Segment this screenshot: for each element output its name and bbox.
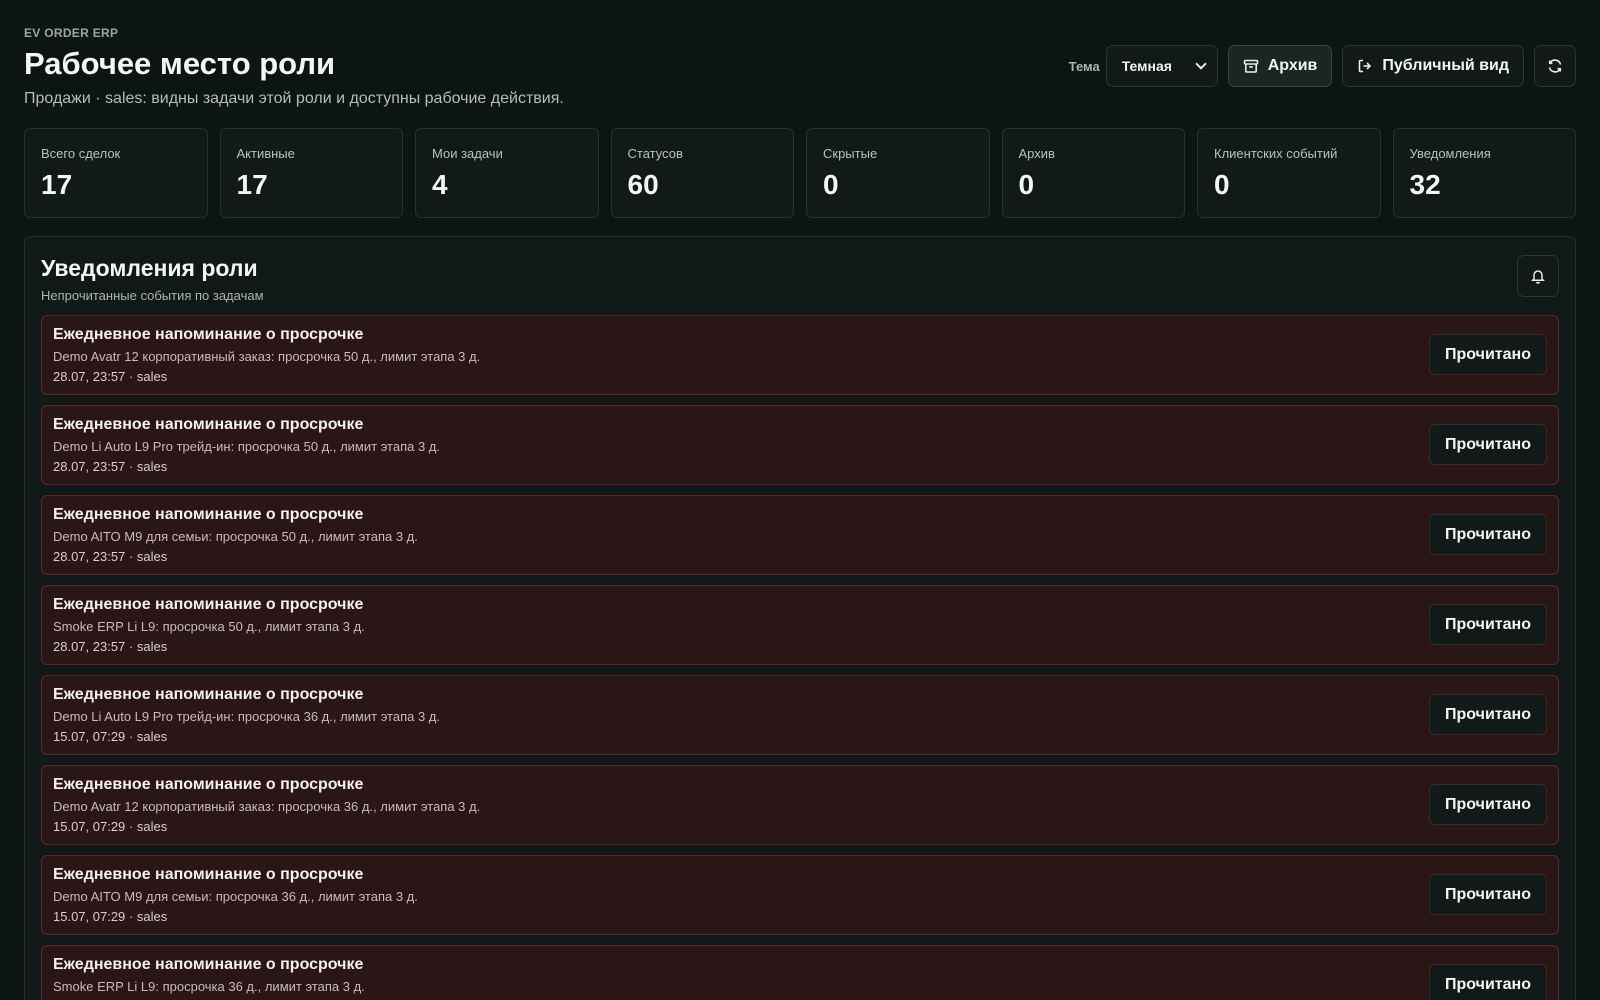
notification-meta: 15.07, 07:29 · sales bbox=[53, 729, 168, 744]
notification-meta: 28.07, 23:57 · sales bbox=[53, 369, 168, 384]
notification-text: Demo Li Auto L9 Pro трейд-ин: просрочка … bbox=[53, 439, 440, 454]
stat-value: 0 bbox=[823, 169, 839, 200]
stat-value: 0 bbox=[1214, 169, 1230, 200]
notification-text: Demo Avatr 12 корпоративный заказ: проср… bbox=[53, 799, 481, 814]
theme-label: Тема bbox=[1068, 58, 1100, 74]
notification-item: Ежедневное напоминание о просрочке Demo … bbox=[41, 405, 1559, 485]
notification-title: Ежедневное напоминание о просрочке bbox=[53, 596, 364, 613]
stat-label: Всего сделок bbox=[41, 146, 121, 161]
stat-value: 4 bbox=[432, 169, 448, 200]
notification-meta: 15.07, 07:29 · sales bbox=[53, 909, 168, 924]
notification-title: Ежедневное напоминание о просрочке bbox=[53, 416, 364, 433]
refresh-button[interactable] bbox=[1534, 45, 1576, 87]
mark-read-button[interactable]: Прочитано bbox=[1429, 604, 1547, 645]
public-view-button[interactable]: Публичный вид bbox=[1342, 45, 1524, 87]
logout-icon bbox=[1359, 59, 1372, 73]
stat-card-notifications: Уведомления 32 bbox=[1392, 128, 1576, 218]
notification-meta: 15.07, 07:29 · sales bbox=[53, 819, 168, 834]
notification-item: Ежедневное напоминание о просрочке Demo … bbox=[41, 675, 1559, 755]
stat-card-archive: Архив 0 bbox=[1001, 128, 1185, 218]
chevron-down-icon bbox=[1195, 58, 1207, 70]
brand-label: EV ORDER ERP bbox=[24, 26, 119, 40]
notification-title: Ежедневное напоминание о просрочке bbox=[53, 686, 364, 703]
stat-value: 17 bbox=[236, 169, 268, 200]
archive-button-label: Архив bbox=[1267, 57, 1318, 74]
page-header: EV ORDER ERP Рабочее место роли Продажи … bbox=[24, 0, 1576, 128]
mark-read-button[interactable]: Прочитано bbox=[1429, 514, 1547, 555]
mark-read-button[interactable]: Прочитано bbox=[1429, 784, 1547, 825]
notification-item: Ежедневное напоминание о просрочке Smoke… bbox=[41, 585, 1559, 665]
bell-icon bbox=[1531, 270, 1545, 284]
stat-label: Скрытые bbox=[823, 146, 878, 161]
theme-select[interactable]: Темная bbox=[1105, 45, 1218, 87]
notification-title: Ежедневное напоминание о просрочке bbox=[53, 866, 364, 883]
public-view-button-label: Публичный вид bbox=[1382, 57, 1509, 74]
notification-meta: 28.07, 23:57 · sales bbox=[53, 549, 168, 564]
stat-label: Статусов bbox=[627, 146, 683, 161]
notification-meta: 28.07, 23:57 · sales bbox=[53, 639, 168, 654]
notification-item: Ежедневное напоминание о просрочке Demo … bbox=[41, 495, 1559, 575]
notification-title: Ежедневное напоминание о просрочке bbox=[53, 326, 364, 343]
role-notifications-panel: Уведомления роли Непрочитанные события п… bbox=[24, 236, 1576, 1000]
header-controls: Тема Темная Архив Публичный вид bbox=[1069, 45, 1576, 87]
archive-button[interactable]: Архив bbox=[1227, 45, 1333, 87]
stat-label: Клиентских событий bbox=[1214, 146, 1338, 161]
stat-label: Активные bbox=[236, 146, 295, 161]
role-workspace-page: EV ORDER ERP Рабочее место роли Продажи … bbox=[0, 0, 1600, 1000]
stat-value: 32 bbox=[1409, 169, 1441, 200]
panel-title: Уведомления роли bbox=[41, 255, 258, 281]
notification-item: Ежедневное напоминание о просрочке Demo … bbox=[41, 315, 1559, 395]
panel-header: Уведомления роли Непрочитанные события п… bbox=[41, 255, 1559, 315]
stat-value: 17 bbox=[41, 169, 73, 200]
stat-card-total-deals: Всего сделок 17 bbox=[24, 128, 208, 218]
stat-label: Мои задачи bbox=[432, 146, 503, 161]
stat-card-statuses: Статусов 60 bbox=[610, 128, 794, 218]
notification-title: Ежедневное напоминание о просрочке bbox=[53, 956, 364, 973]
notification-text: Demo Li Auto L9 Pro трейд-ин: просрочка … bbox=[53, 709, 440, 724]
stat-card-my-tasks: Мои задачи 4 bbox=[415, 128, 599, 218]
notification-text: Smoke ERP Li L9: просрочка 36 д., лимит … bbox=[53, 979, 365, 994]
stat-label: Архив bbox=[1018, 146, 1055, 161]
panel-subtitle: Непрочитанные события по задачам bbox=[41, 288, 264, 303]
stat-label: Уведомления bbox=[1409, 146, 1491, 161]
notification-item: Ежедневное напоминание о просрочке Demo … bbox=[41, 855, 1559, 935]
mark-read-button[interactable]: Прочитано bbox=[1429, 874, 1547, 915]
stats-row: Всего сделок 17 Активные 17 Мои задачи 4… bbox=[24, 128, 1576, 218]
notification-meta: 28.07, 23:57 · sales bbox=[53, 459, 168, 474]
notification-title: Ежедневное напоминание о просрочке bbox=[53, 776, 364, 793]
page-subtitle: Продажи · sales: видны задачи этой роли … bbox=[24, 90, 564, 107]
stat-value: 0 bbox=[1018, 169, 1035, 200]
notification-text: Demo AITO M9 для семьи: просрочка 50 д.,… bbox=[53, 529, 418, 544]
notification-title: Ежедневное напоминание о просрочке bbox=[53, 506, 364, 523]
archive-icon bbox=[1243, 59, 1259, 73]
notification-text: Demo Avatr 12 корпоративный заказ: проср… bbox=[53, 349, 481, 364]
notification-text: Demo AITO M9 для семьи: просрочка 36 д.,… bbox=[53, 889, 418, 904]
notification-item: Ежедневное напоминание о просрочке Demo … bbox=[41, 765, 1559, 845]
refresh-icon bbox=[1548, 59, 1562, 73]
stat-card-active: Активные 17 bbox=[219, 128, 403, 218]
theme-select-value: Темная bbox=[1121, 58, 1172, 74]
notification-text: Smoke ERP Li L9: просрочка 50 д., лимит … bbox=[53, 619, 365, 634]
mark-read-button[interactable]: Прочитано bbox=[1429, 334, 1547, 375]
mark-read-button[interactable]: Прочитано bbox=[1429, 424, 1547, 465]
stat-card-client-events: Клиентских событий 0 bbox=[1197, 128, 1381, 218]
mark-read-button[interactable]: Прочитано bbox=[1429, 964, 1547, 1000]
stat-card-hidden: Скрытые 0 bbox=[806, 128, 990, 218]
page-title: Рабочее место роли bbox=[24, 46, 336, 81]
stat-value: 60 bbox=[627, 169, 659, 200]
notifications-bell-button[interactable] bbox=[1517, 255, 1559, 297]
notification-item: Ежедневное напоминание о просрочке Smoke… bbox=[41, 945, 1559, 1000]
mark-read-button[interactable]: Прочитано bbox=[1429, 694, 1547, 735]
